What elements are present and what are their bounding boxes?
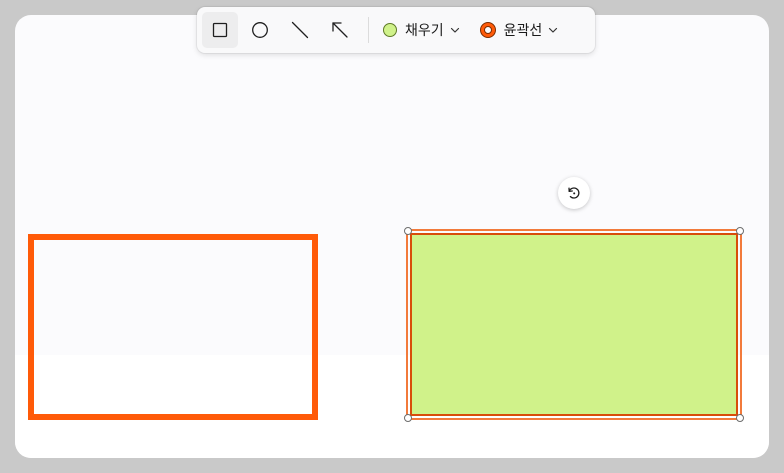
fill-dropdown-label: 채우기	[405, 23, 444, 39]
arrow-tool-button[interactable]	[322, 12, 358, 48]
circle-icon	[252, 22, 268, 38]
resize-handle-bottom-left[interactable]	[404, 414, 412, 422]
outline-dropdown-label: 윤곽선	[503, 23, 543, 39]
rectangle-tool-button[interactable]	[202, 12, 238, 48]
fill-dropdown[interactable]: 채우기	[379, 14, 466, 46]
selected-rectangle-fill	[410, 233, 738, 416]
resize-handle-top-right[interactable]	[736, 227, 744, 235]
chevron-down-icon	[549, 27, 558, 33]
resize-handle-bottom-right[interactable]	[736, 414, 744, 422]
outline-swatch-center	[483, 26, 492, 34]
selected-rectangle-shape[interactable]	[406, 229, 742, 420]
ellipse-tool-button[interactable]	[242, 12, 278, 48]
rotate-handle[interactable]	[558, 177, 590, 209]
resize-handle-top-left[interactable]	[404, 227, 412, 235]
fill-color-swatch	[383, 23, 397, 37]
arrow-icon	[332, 22, 348, 38]
line-icon	[291, 21, 309, 39]
rectangle-icon	[212, 22, 228, 38]
toolbar-divider	[368, 17, 369, 43]
line-tool-button[interactable]	[282, 12, 318, 48]
outline-dropdown[interactable]: 윤곽선	[476, 14, 565, 46]
outline-color-swatch	[479, 22, 496, 38]
rotate-icon	[568, 187, 580, 199]
outline-rectangle-shape[interactable]	[28, 234, 318, 420]
chevron-down-icon	[450, 27, 459, 33]
shape-toolbar: 채우기 윤곽선	[197, 7, 595, 53]
